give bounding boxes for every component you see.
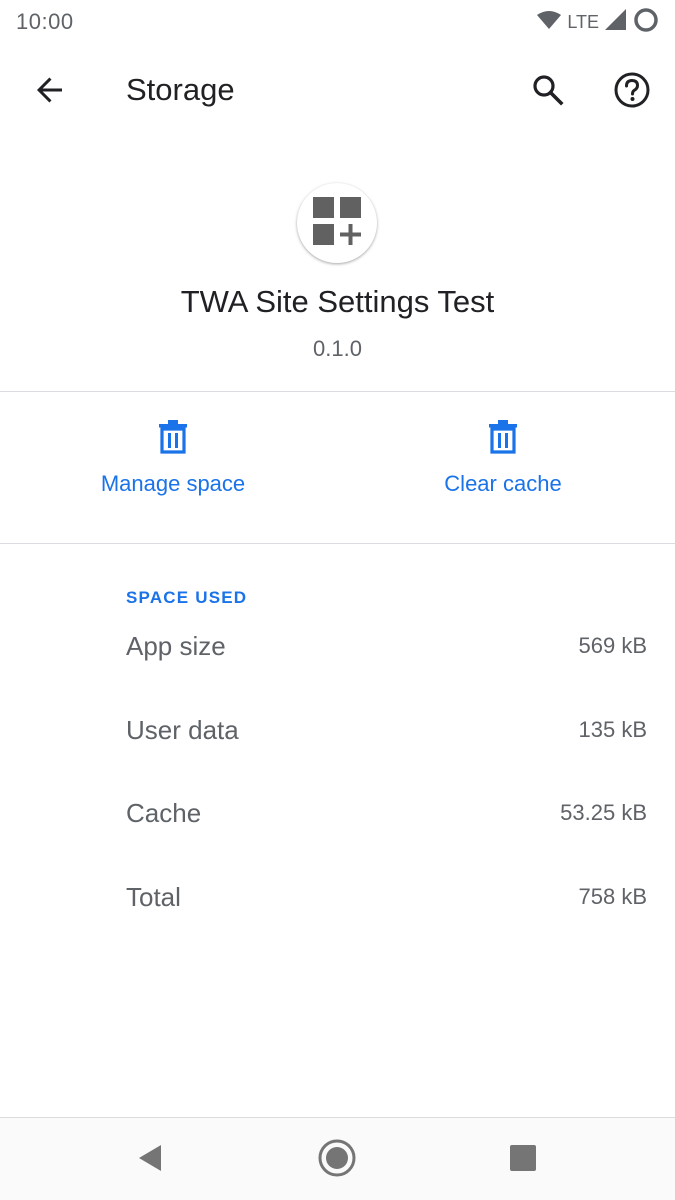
list-item-cache: Cache 53.25 kB: [126, 793, 647, 833]
row-label: Cache: [126, 797, 202, 828]
back-button[interactable]: [24, 66, 76, 118]
manage-space-label: Manage space: [100, 471, 246, 496]
status-time: 10:00: [16, 9, 74, 34]
row-label: User data: [126, 714, 239, 745]
square-recents-icon: [509, 1144, 537, 1177]
system-nav-bar: [0, 1117, 675, 1200]
arrow-back-icon: [34, 74, 66, 111]
divider: [0, 543, 675, 544]
list-item-user-data: User data 135 kB: [126, 710, 647, 750]
page-title: Storage: [126, 72, 235, 107]
row-value: 135 kB: [578, 717, 648, 742]
help-button[interactable]: [606, 66, 658, 118]
wifi-icon: [537, 10, 562, 35]
clear-cache-button[interactable]: Clear cache: [436, 420, 570, 520]
search-button[interactable]: [522, 66, 574, 118]
status-icons: LTE: [537, 7, 659, 38]
nav-recents-button[interactable]: [499, 1136, 547, 1184]
help-circle-icon: [613, 71, 651, 114]
divider: [0, 391, 675, 392]
trash-icon: [158, 420, 188, 459]
row-value: 569 kB: [578, 633, 648, 658]
triangle-back-icon: [136, 1143, 164, 1178]
app-icon: [297, 183, 377, 263]
clear-cache-label: Clear cache: [444, 471, 562, 496]
manage-space-button[interactable]: Manage space: [92, 420, 254, 520]
trash-icon: [488, 420, 518, 459]
network-type: LTE: [567, 11, 599, 32]
signal-icon: [605, 8, 627, 36]
battery-icon: [633, 7, 659, 38]
space-used-header: SPACE USED: [126, 588, 248, 607]
apps-grid-plus-icon: [311, 195, 363, 252]
search-icon: [531, 73, 565, 112]
list-item-total: Total 758 kB: [126, 877, 647, 917]
home-circle-icon: [317, 1138, 357, 1183]
nav-back-button[interactable]: [126, 1136, 174, 1184]
row-label: App size: [126, 630, 226, 661]
row-value: 53.25 kB: [560, 800, 647, 825]
status-bar: 10:00 LTE: [0, 0, 675, 44]
row-label: Total: [126, 881, 181, 912]
list-item-app-size: App size 569 kB: [126, 626, 647, 666]
app-name: TWA Site Settings Test: [180, 284, 495, 319]
row-value: 758 kB: [578, 884, 648, 909]
storage-screen: 10:00 LTE Storage TWA Site Settings Test…: [0, 0, 675, 1200]
app-bar: Storage: [0, 44, 675, 140]
nav-home-button[interactable]: [313, 1136, 361, 1184]
app-version: 0.1.0: [313, 336, 362, 361]
